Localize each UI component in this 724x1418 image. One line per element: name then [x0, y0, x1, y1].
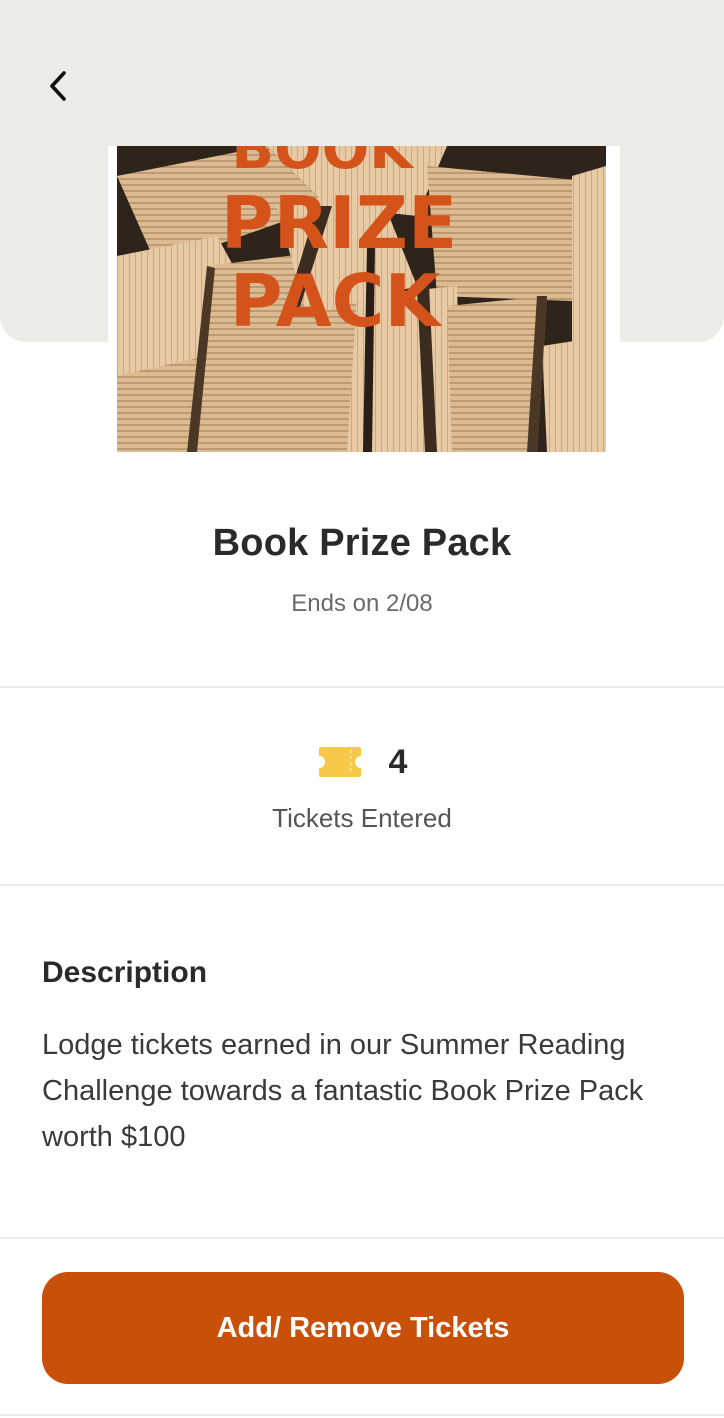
prize-title: Book Prize Pack: [212, 522, 512, 564]
divider: [0, 884, 724, 886]
divider: [0, 1237, 724, 1239]
description-text: Lodge tickets earned in our Summer Readi…: [42, 1029, 644, 1153]
tickets-label: Tickets Entered: [272, 803, 452, 833]
end-date: Ends on 2/08: [291, 590, 433, 617]
ticket-icon: [317, 745, 363, 779]
divider: [0, 1414, 724, 1416]
description-heading: Description: [42, 956, 208, 989]
back-button[interactable]: [34, 60, 82, 112]
divider: [0, 686, 724, 688]
hero-overlay-line3: PACK: [230, 259, 443, 343]
hero-overlay-line1: BOOK: [231, 146, 415, 182]
chevron-left-icon: [50, 71, 66, 101]
ticket-count: 4: [388, 742, 408, 781]
prize-image: BOOK PRIZE PACK: [117, 146, 606, 452]
add-remove-tickets-button[interactable]: Add/ Remove Tickets: [42, 1272, 684, 1384]
hero-overlay-line2: PRIZE: [221, 181, 457, 265]
prize-image-card: BOOK PRIZE PACK: [108, 146, 620, 464]
tickets-summary: 4: [0, 738, 724, 786]
